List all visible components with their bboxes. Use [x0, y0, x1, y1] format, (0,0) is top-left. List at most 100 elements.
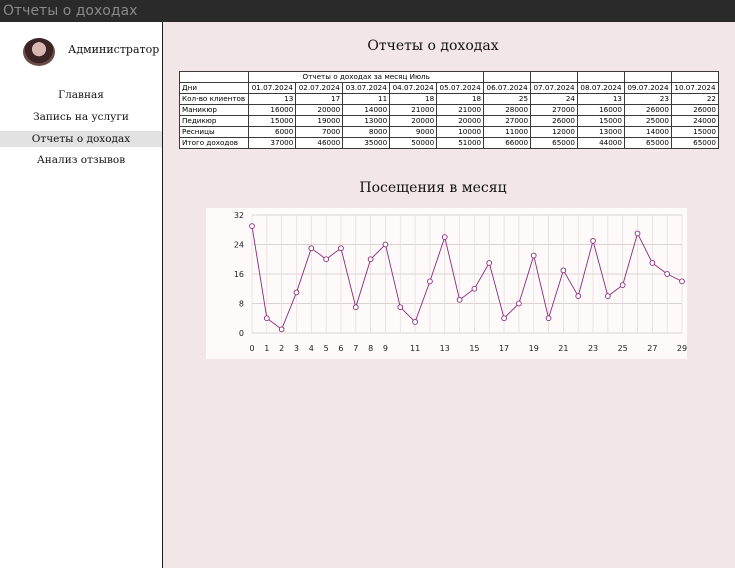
table-row: Итого доходов 37000 46000 35000 50000 51000 66…	[178, 137, 720, 149]
table-cell: 13000	[577, 126, 625, 138]
table-cell: 37000	[248, 137, 297, 149]
sidebar-item-home[interactable]: Главная	[0, 87, 162, 103]
data-point	[560, 267, 567, 274]
data-point	[634, 230, 641, 237]
table-cell: 12000	[530, 126, 579, 138]
data-point	[338, 245, 344, 252]
y-tick-label: 32	[234, 211, 244, 220]
y-tick-label: 0	[239, 329, 244, 338]
table-caption-spacer	[483, 71, 532, 83]
visits-chart: 0 8 16 24 32 0 1 2 3 4 5 6 7 8 9 11 13 15 17 19 21 23 25 27 29	[206, 208, 687, 359]
sidebar-item-booking[interactable]: Запись на услуги	[0, 109, 162, 125]
data-point	[649, 260, 656, 266]
x-tick-label: 4	[309, 344, 314, 353]
data-point	[249, 223, 255, 229]
table-cell: 13	[248, 93, 297, 105]
table-cell: 10000	[436, 126, 485, 138]
table-cell: 65000	[530, 137, 579, 149]
table-cell: 15000	[577, 115, 625, 127]
table-date-header: 07.07.2024	[530, 82, 579, 94]
data-point	[679, 278, 685, 285]
table-cell: 13	[577, 93, 625, 105]
table-cell: 26000	[623, 104, 672, 116]
x-tick-label: 3	[294, 344, 299, 353]
x-tick-label: 7	[353, 344, 358, 353]
table-cell: 13000	[342, 115, 391, 127]
table-caption: Отчеты о доходах за месяц Июль	[248, 71, 485, 83]
x-tick-label: 13	[440, 344, 450, 353]
table-cell: 18	[436, 93, 485, 105]
table-cell: 14000	[342, 104, 391, 116]
table-cell: 26000	[670, 104, 720, 116]
x-tick-label: 6	[338, 344, 343, 353]
table-cell: 23	[623, 93, 672, 105]
data-point	[516, 300, 522, 307]
table-cell: 24	[530, 93, 579, 105]
table-cell: 20000	[295, 104, 344, 116]
table-row-label: Итого доходов	[178, 137, 250, 149]
table-caption-spacer	[670, 71, 720, 83]
table-cell: 11000	[483, 126, 532, 138]
table-cell: 51000	[436, 137, 485, 149]
data-point	[471, 285, 478, 292]
data-point	[441, 234, 448, 240]
table-caption-spacer	[623, 71, 672, 83]
x-tick-label: 9	[383, 344, 388, 353]
x-tick-label: 5	[324, 344, 329, 353]
sidebar-item-income-reports[interactable]: Отчеты о доходах	[0, 131, 162, 147]
table-date-header: 06.07.2024	[483, 82, 532, 94]
x-tick-label: 15	[469, 344, 479, 353]
x-tick-label: 23	[588, 344, 598, 353]
table-cell: 27000	[483, 115, 532, 127]
data-point	[619, 282, 626, 288]
table-date-header: 04.07.2024	[389, 82, 438, 94]
data-point	[530, 252, 537, 259]
table-caption-spacer	[530, 71, 579, 83]
table-cell: 65000	[670, 137, 720, 149]
table-cell: 27000	[530, 104, 579, 116]
table-cell: 28000	[483, 104, 532, 116]
y-tick-label: 8	[239, 300, 244, 309]
table-cell: 21000	[436, 104, 485, 116]
data-point	[486, 260, 493, 266]
x-tick-label: 25	[618, 344, 628, 353]
series-line	[251, 225, 683, 331]
table-date-header: 10.07.2024	[670, 82, 720, 94]
data-point	[575, 293, 582, 299]
table-cell: 24000	[670, 115, 720, 127]
x-tick-label: 21	[558, 344, 568, 353]
visits-chart-svg: 081624320 1 2 3 4 5 6 7 8 9 11 13 15 17 19 21 23 25 27 29	[234, 211, 687, 353]
table-cell: 22	[670, 93, 720, 105]
table-date-header: 01.07.2024	[248, 82, 297, 94]
table-cell: 15000	[670, 126, 720, 138]
table-cell: 16000	[248, 104, 297, 116]
table-date-header: 09.07.2024	[623, 82, 672, 94]
table-row-label: Педикюр	[178, 115, 250, 127]
data-point	[427, 278, 433, 285]
table-cell: 6000	[248, 126, 297, 138]
chart-title: Посещения в месяц	[359, 180, 507, 196]
data-point	[664, 271, 671, 277]
table-row: Маникюр 16000 20000 14000 21000 21000 28000 270…	[178, 104, 720, 116]
table-row: Педикюр 15000 19000 13000 20000 20000 27000 260…	[178, 115, 720, 127]
data-point	[605, 293, 611, 299]
table-row: Кол-во клиентов 13 17 11 18 18 25 24 13 23 22	[178, 93, 720, 105]
table-cell: 65000	[623, 137, 672, 149]
table-caption-row: Отчеты о доходах за месяц Июль	[178, 71, 720, 83]
table-cell: 26000	[530, 115, 579, 127]
table-date-header: 08.07.2024	[577, 82, 625, 94]
table-row-label: Маникюр	[178, 104, 250, 116]
table-cell: 8000	[342, 126, 391, 138]
data-point	[382, 241, 389, 248]
table-cell: 9000	[389, 126, 438, 138]
data-point	[456, 296, 463, 303]
table-date-header: 03.07.2024	[342, 82, 391, 94]
table-header-row: Дни 01.07.2024 02.07.2024 03.07.2024 04.07.2…	[178, 82, 720, 94]
data-point	[397, 304, 404, 311]
x-tick-label: 2	[279, 344, 284, 353]
avatar[interactable]	[23, 38, 55, 66]
data-point	[308, 245, 315, 252]
data-point	[501, 315, 507, 322]
income-table: Отчеты о доходах за месяц Июль Дни 01.07.2…	[178, 71, 720, 149]
sidebar-item-review-analysis[interactable]: Анализ отзывов	[0, 152, 162, 168]
